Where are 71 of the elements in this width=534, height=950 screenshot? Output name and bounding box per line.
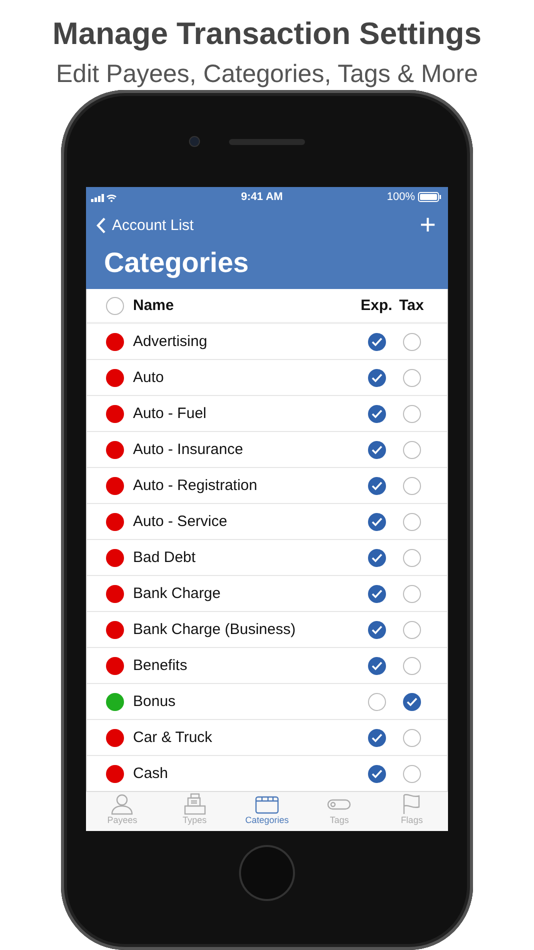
category-name[interactable]: Advertising [133, 333, 359, 350]
status-time: 9:41 AM [241, 191, 283, 203]
checkmark-icon [370, 516, 382, 526]
category-name[interactable]: Auto - Insurance [133, 441, 359, 458]
expense-checkbox[interactable] [368, 764, 386, 782]
person-icon [109, 793, 136, 815]
checkmark-icon [370, 552, 382, 562]
tax-checkbox[interactable] [402, 512, 420, 530]
home-button[interactable] [241, 846, 293, 898]
expense-checkbox[interactable] [368, 692, 386, 710]
column-header: Exp. [360, 297, 394, 314]
checkmark-icon [370, 444, 382, 454]
expense-checkbox[interactable] [368, 656, 386, 674]
category-name[interactable]: Cash [133, 765, 359, 782]
expense-checkbox[interactable] [368, 620, 386, 638]
screen-title: Categories [103, 246, 250, 280]
checkmark-icon [370, 480, 382, 490]
headline: Manage Transaction Settings [52, 16, 482, 52]
category-name[interactable]: Bonus [133, 693, 359, 710]
category-name[interactable]: Auto [133, 369, 359, 386]
camera-icon [190, 137, 199, 146]
signal-icon [91, 192, 117, 202]
tax-checkbox[interactable] [402, 548, 420, 566]
expense-checkbox[interactable] [368, 368, 386, 386]
expense-checkbox[interactable] [368, 584, 386, 602]
cash-register-icon [182, 793, 208, 815]
select-all-checkbox[interactable] [106, 296, 124, 314]
add-button[interactable]: + [420, 211, 436, 239]
expense-checkbox[interactable] [368, 404, 386, 422]
checkmark-icon [370, 588, 382, 598]
checkmark-icon [370, 408, 382, 418]
tax-checkbox[interactable] [402, 764, 420, 782]
back-chevron-icon [96, 216, 106, 234]
checkmark-icon [370, 624, 382, 634]
back-button[interactable]: Account List [96, 216, 194, 234]
expense-checkbox[interactable] [368, 476, 386, 494]
battery-icon [418, 192, 442, 202]
tax-checkbox[interactable] [402, 404, 420, 422]
checkmark-icon [370, 372, 382, 382]
expense-checkbox[interactable] [368, 332, 386, 350]
checkmark-icon [370, 732, 382, 742]
tax-checkbox[interactable] [402, 656, 420, 674]
expense-checkbox[interactable] [368, 440, 386, 458]
checkmark-icon [370, 768, 382, 778]
checkmark-icon [370, 660, 382, 670]
category-name[interactable]: Auto - Fuel [133, 405, 359, 422]
category-name[interactable]: Bank Charge (Business) [133, 621, 359, 638]
tab[interactable]: Categories [230, 792, 304, 831]
tax-checkbox[interactable] [402, 620, 420, 638]
expense-checkbox[interactable] [368, 512, 386, 530]
category-name[interactable]: Car & Truck [133, 729, 359, 746]
tax-checkbox[interactable] [402, 476, 420, 494]
expense-checkbox[interactable] [368, 728, 386, 746]
battery-percent: 100% [386, 191, 415, 203]
tax-checkbox[interactable] [402, 332, 420, 350]
tax-checkbox[interactable] [402, 584, 420, 602]
category-name[interactable]: Bad Debt [133, 549, 359, 566]
category-name[interactable]: Auto - Service [133, 513, 359, 530]
column-header: Tax [398, 297, 425, 314]
tax-checkbox[interactable] [402, 728, 420, 746]
tax-checkbox[interactable] [402, 440, 420, 458]
tax-checkbox[interactable] [402, 692, 420, 710]
tax-checkbox[interactable] [402, 368, 420, 386]
category-name[interactable]: Benefits [133, 657, 359, 674]
checkmark-icon [406, 696, 418, 706]
subheadline: Edit Payees, Categories, Tags & More [56, 60, 478, 89]
expense-checkbox[interactable] [368, 548, 386, 566]
category-name[interactable]: Bank Charge [133, 585, 359, 602]
column-header: Name [133, 297, 175, 314]
checkmark-icon [370, 336, 382, 346]
category-name[interactable]: Auto - Registration [133, 477, 359, 494]
